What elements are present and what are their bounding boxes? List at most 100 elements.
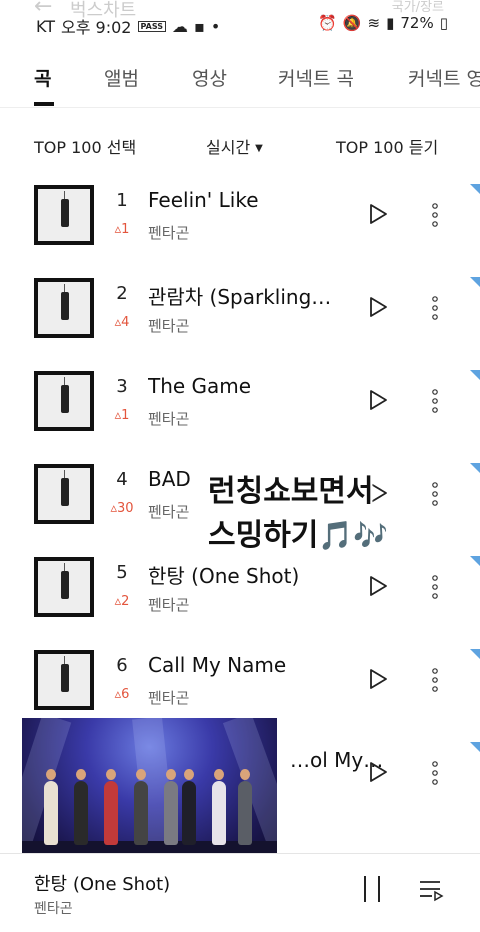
status-right: ⏰ 🔕 ≋ ▮ 72% ▯ xyxy=(318,14,448,32)
song-title[interactable]: Call My Name xyxy=(148,653,286,677)
wifi-icon: ≋ xyxy=(367,14,381,32)
song-artist[interactable]: 펜타곤 xyxy=(148,222,189,243)
song-artist[interactable]: 펜타곤 xyxy=(148,408,189,429)
song-row[interactable]: 3 ▵1 The Game 펜타곤 xyxy=(0,354,480,447)
album-art[interactable] xyxy=(34,464,94,524)
more-options-icon[interactable] xyxy=(430,388,440,414)
rank-change: ▵1 xyxy=(114,222,130,237)
song-row[interactable]: 2 ▵4 관람차 (Sparkling… 펜타곤 xyxy=(0,261,480,354)
song-artist[interactable]: 펜타곤 xyxy=(148,315,189,336)
overlay-line-2: 스밍하기🎵🎶 xyxy=(208,518,389,553)
song-artist[interactable]: 펜타곤 xyxy=(148,501,189,522)
song-title[interactable]: The Game xyxy=(148,374,251,398)
corner-flag-icon xyxy=(470,370,480,380)
mini-player[interactable]: 한탕 (One Shot) 펜타곤 xyxy=(0,853,480,932)
rank-number: 1 xyxy=(116,190,128,211)
corner-flag-icon xyxy=(470,742,480,752)
album-art[interactable] xyxy=(34,185,94,245)
song-title[interactable]: BAD xyxy=(148,467,191,491)
performer-figure xyxy=(164,769,178,845)
more-options-icon[interactable] xyxy=(430,481,440,507)
music-notes-icon: 🎵🎶 xyxy=(318,519,389,552)
song-row[interactable]: 1 ▵1 Feelin' Like 펜타곤 xyxy=(0,168,480,261)
genre-link[interactable]: 국가/장르 xyxy=(392,0,444,15)
corner-flag-icon xyxy=(470,556,480,566)
play-icon[interactable] xyxy=(366,202,390,226)
overlay-line-1: 런칭쇼보면서 xyxy=(208,474,374,509)
tab-connect-videos[interactable]: 커넥트 영 xyxy=(408,64,480,91)
rank-number: 3 xyxy=(116,376,128,397)
play-icon[interactable] xyxy=(366,574,390,598)
realtime-label: 실시간 xyxy=(206,138,251,157)
carrier: KT xyxy=(36,16,56,36)
performer-figure xyxy=(212,769,226,845)
rank-change: ▵30 xyxy=(110,501,134,516)
performer-figure xyxy=(182,769,196,845)
performer-figure xyxy=(104,769,118,845)
more-options-icon[interactable] xyxy=(430,574,440,600)
top100-select-button[interactable]: TOP 100 선택 xyxy=(34,134,136,158)
now-playing-artist: 펜타곤 xyxy=(34,901,73,917)
playlist-icon[interactable] xyxy=(418,878,444,902)
rank-number: 4 xyxy=(116,469,128,490)
song-artist[interactable]: 펜타곤 xyxy=(148,687,189,708)
corner-flag-icon xyxy=(470,463,480,473)
album-art[interactable] xyxy=(34,650,94,710)
realtime-dropdown[interactable]: 실시간 ▼ xyxy=(206,134,263,158)
status-bar: ← 벅스차트 국가/장르 KT 오후 9:02 PASS ☁ ▪ • ⏰ 🔕 ≋… xyxy=(0,0,480,44)
corner-flag-icon xyxy=(470,184,480,194)
battery-icon: ▯ xyxy=(439,14,448,32)
corner-flag-icon xyxy=(470,277,480,287)
rank-number: 2 xyxy=(116,283,128,304)
battery-level: 72% xyxy=(400,14,434,32)
tab-albums[interactable]: 앨범 xyxy=(104,64,139,91)
song-title[interactable]: 관람차 (Sparkling… xyxy=(148,281,331,310)
rank-change: ▵1 xyxy=(114,408,130,423)
more-options-icon[interactable] xyxy=(430,202,440,228)
rank-number: 6 xyxy=(116,655,128,676)
play-icon[interactable] xyxy=(366,760,390,784)
more-options-icon[interactable] xyxy=(430,295,440,321)
overlay-caption: 런칭쇼보면서 스밍하기🎵🎶 xyxy=(208,470,388,558)
album-art[interactable] xyxy=(34,371,94,431)
play-icon[interactable] xyxy=(366,388,390,412)
top100-listen-button[interactable]: TOP 100 듣기 xyxy=(336,134,438,158)
caret-down-icon: ▼ xyxy=(255,143,263,154)
message-icon: ▪ xyxy=(193,16,205,36)
clock: 오후 9:02 xyxy=(61,18,132,37)
signal-icon: ▮ xyxy=(386,14,395,32)
song-title[interactable]: Feelin' Like xyxy=(148,188,259,212)
dot-icon: • xyxy=(210,16,221,36)
pass-badge: PASS xyxy=(137,20,166,32)
album-art[interactable] xyxy=(34,278,94,338)
play-icon[interactable] xyxy=(366,667,390,691)
pause-icon[interactable] xyxy=(362,876,382,902)
active-tab-indicator xyxy=(34,102,54,106)
alarm-icon: ⏰ xyxy=(318,14,337,32)
category-tabs: 곡 앨범 영상 커넥트 곡 커넥트 영 xyxy=(0,56,480,108)
corner-flag-icon xyxy=(470,649,480,659)
rank-change: ▵2 xyxy=(114,594,130,609)
status-left: KT 오후 9:02 PASS ☁ ▪ • xyxy=(36,14,220,38)
now-playing-title[interactable]: 한탕 (One Shot) xyxy=(34,870,170,896)
tab-videos[interactable]: 영상 xyxy=(192,64,227,91)
more-options-icon[interactable] xyxy=(430,760,440,786)
pip-video[interactable] xyxy=(22,718,277,863)
cloud-icon: ☁ xyxy=(171,16,188,36)
performer-figure xyxy=(74,769,88,845)
more-options-icon[interactable] xyxy=(430,667,440,693)
rank-change: ▵6 xyxy=(114,687,130,702)
tab-songs[interactable]: 곡 xyxy=(34,64,51,91)
tab-connect-songs[interactable]: 커넥트 곡 xyxy=(278,64,354,91)
rank-change: ▵4 xyxy=(114,315,130,330)
song-title[interactable]: 한탕 (One Shot) xyxy=(148,560,299,589)
chart-controls: TOP 100 선택 실시간 ▼ TOP 100 듣기 xyxy=(0,134,480,158)
mute-icon: 🔕 xyxy=(342,14,362,32)
song-row[interactable]: 6 ▵6 Call My Name 펜타곤 xyxy=(0,633,480,726)
album-art[interactable] xyxy=(34,557,94,617)
performer-figure xyxy=(238,769,252,845)
performer-figure xyxy=(134,769,148,845)
performer-figure xyxy=(44,769,58,845)
song-artist[interactable]: 펜타곤 xyxy=(148,594,189,615)
play-icon[interactable] xyxy=(366,295,390,319)
